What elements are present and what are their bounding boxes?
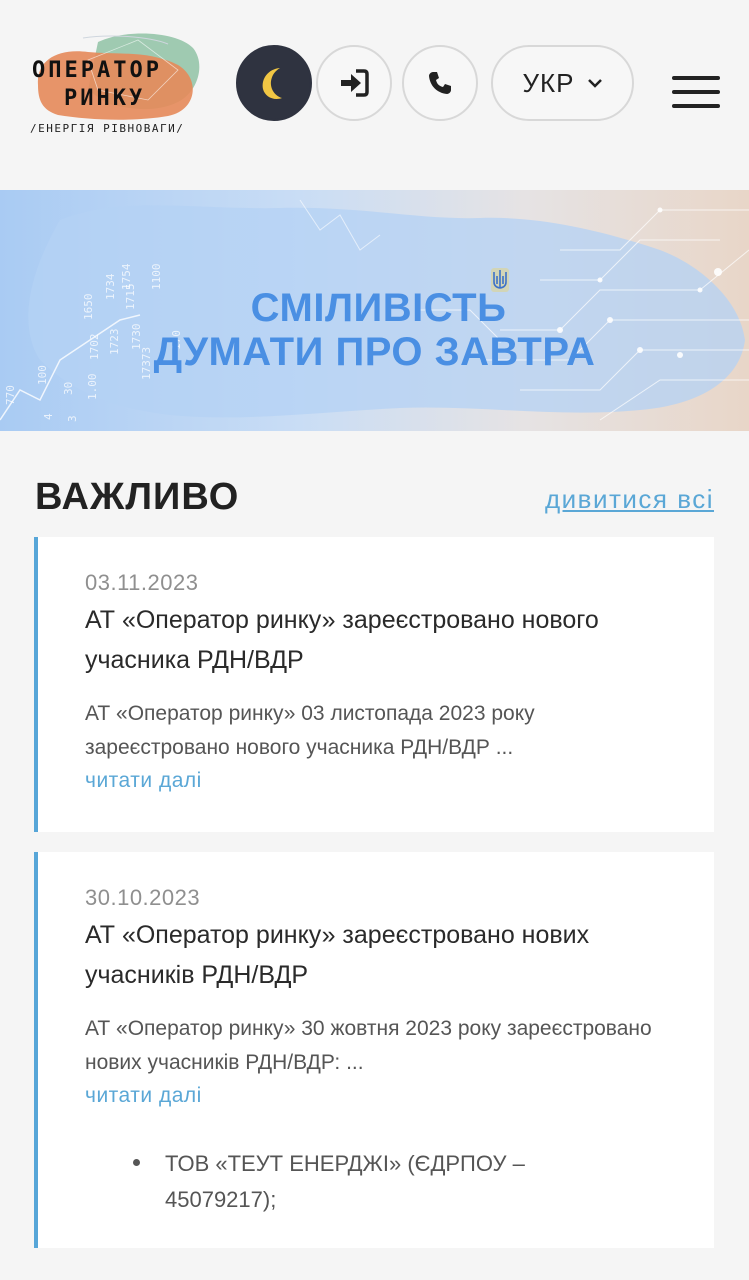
phone-button[interactable] — [402, 45, 478, 121]
see-all-link[interactable]: дивитися всі — [545, 484, 714, 515]
theme-toggle-button[interactable] — [236, 45, 312, 121]
news-date: 30.10.2023 — [85, 885, 201, 910]
banner-chart-number: 4 — [42, 413, 55, 420]
hero-banner[interactable]: 1650 1734 1715 1702 1723 100 30 770 4 3 1100 170 173… — [0, 190, 749, 431]
read-more-link[interactable]: читати далі — [85, 1084, 202, 1108]
logo-text-line1: ОПЕРАТОР — [32, 58, 162, 83]
hamburger-icon-bar — [672, 76, 720, 80]
news-date: 03.11.2023 — [85, 570, 199, 595]
news-bullet-item: ТОВ «ТЕУТ ЕНЕРДЖІ» (ЄДРПОУ – 45079217); — [165, 1151, 525, 1212]
logo-tagline: /ЕНЕРГІЯ РІВНОВАГИ/ — [30, 122, 185, 135]
moon-icon — [262, 68, 282, 99]
menu-button[interactable] — [672, 76, 720, 110]
banner-chart-number: 1.00 — [86, 374, 99, 401]
hamburger-icon-bar — [672, 90, 720, 94]
hamburger-icon-bar — [672, 104, 720, 108]
logo-text-line2: РИНКУ — [64, 86, 146, 111]
news-card[interactable]: 03.11.2023 АТ «Оператор ринку» зареєстро… — [34, 537, 714, 832]
news-title[interactable]: АТ «Оператор ринку» зареєстровано нових … — [85, 915, 685, 995]
login-button[interactable] — [316, 45, 392, 121]
phone-icon — [429, 72, 451, 94]
section-title: ВАЖЛИВО — [35, 476, 240, 518]
read-more-link[interactable]: читати далі — [85, 769, 202, 793]
news-excerpt: АТ «Оператор ринку» 03 листопада 2023 ро… — [85, 702, 535, 759]
language-label: УКР — [522, 67, 575, 98]
chevron-down-icon — [587, 79, 602, 88]
news-excerpt: АТ «Оператор ринку» 30 жовтня 2023 року … — [85, 1017, 652, 1074]
logo[interactable]: ОПЕРАТОР РИНКУ /ЕНЕРГІЯ РІВНОВАГИ/ — [28, 30, 208, 140]
news-card[interactable]: 30.10.2023 АТ «Оператор ринку» зареєстро… — [34, 852, 714, 1248]
sign-in-icon — [341, 69, 369, 97]
language-select[interactable]: УКР — [491, 45, 634, 121]
banner-chart-number: 770 — [4, 385, 17, 405]
site-header: ОПЕРАТОР РИНКУ /ЕНЕРГІЯ РІВНОВАГИ/ УКР — [0, 0, 749, 190]
banner-slogan-line2: ДУМАТИ ПРО ЗАВТРА — [153, 330, 596, 374]
banner-chart-number: 30 — [62, 382, 75, 395]
bullet-icon — [133, 1159, 140, 1166]
banner-chart-number: 3 — [66, 415, 79, 422]
news-title[interactable]: АТ «Оператор ринку» зареєстровано нового… — [85, 600, 685, 680]
banner-slogan-line1: СМІЛИВІСТЬ — [250, 286, 507, 330]
